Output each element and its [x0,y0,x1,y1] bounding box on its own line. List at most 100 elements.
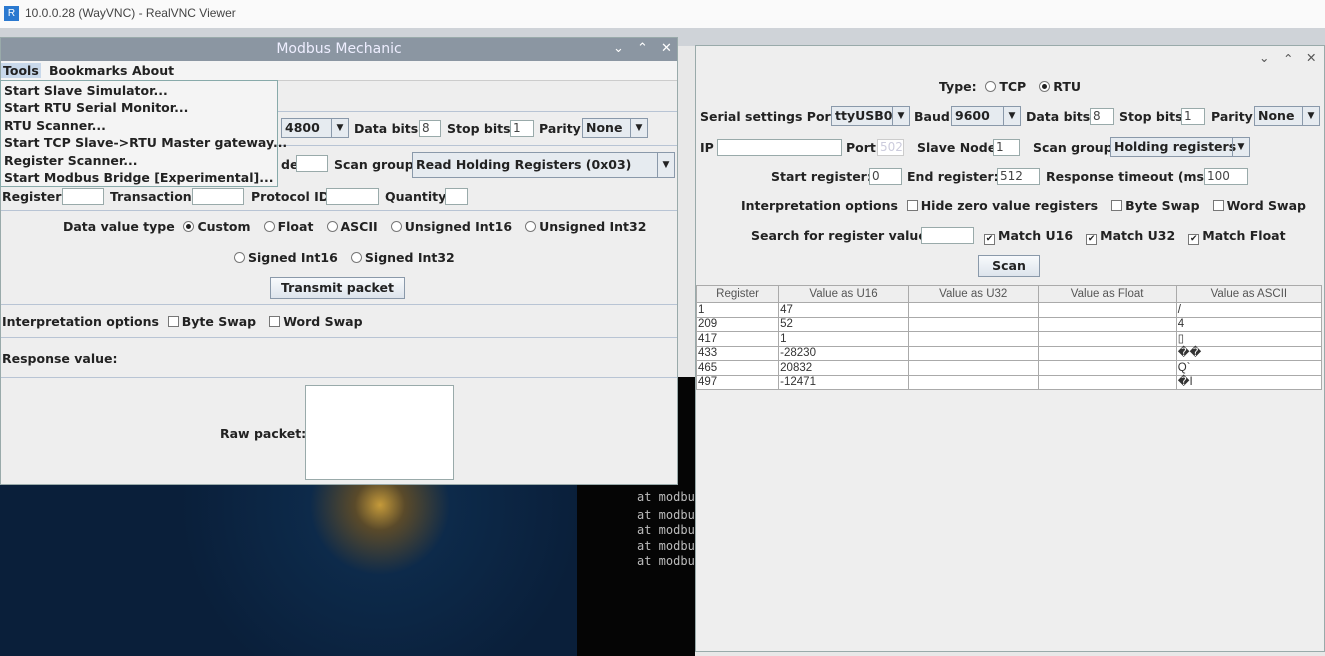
end-register-label: End register: [907,169,999,184]
table-row[interactable]: 497 -12471 �I [695,374,1323,390]
start-register-field[interactable]: 0 [869,168,902,185]
parity-combo[interactable]: None ▼ [582,118,648,138]
table-cell: 497 [695,374,780,390]
table-cell: 20832 [778,360,909,376]
table-cell: 47 [778,302,909,318]
chevron-down-icon: ▼ [657,153,674,177]
response-value-label: Response value: [2,351,118,366]
menu-item-register-scanner[interactable]: Register Scanner... [4,153,138,168]
timeout-field[interactable]: 100 [1204,168,1248,185]
scan-group-label: Scan group [1033,140,1113,155]
radio-tcp[interactable]: TCP [985,79,1026,94]
node-field[interactable] [296,155,328,172]
ip-field[interactable] [717,139,842,156]
data-bits-label: Data bits [1026,109,1091,124]
vnc-title: 10.0.0.28 (WayVNC) - RealVNC Viewer [25,6,236,20]
menu-item-tcp-rtu-gateway[interactable]: Start TCP Slave->RTU Master gateway... [4,135,287,150]
transmit-packet-button[interactable]: Transmit packet [270,277,405,299]
menu-about[interactable]: About [132,63,174,78]
table-row[interactable]: 417 1 ▯ [695,331,1323,347]
match-u32-checkbox[interactable]: ✔ Match U32 [1086,228,1175,245]
radio-rtu[interactable]: RTU [1039,79,1081,94]
byte-swap-checkbox[interactable]: Byte Swap [1111,198,1200,213]
register-label: Register [2,189,62,204]
radio-uint16[interactable]: Unsigned Int16 [390,219,512,234]
table-cell [1037,374,1177,390]
quantity-field[interactable] [445,188,468,205]
word-swap-checkbox[interactable]: Word Swap [1212,198,1306,213]
table-row[interactable]: 465 20832 Q` [695,360,1323,376]
minimize-icon[interactable]: ⌄ [1259,50,1269,65]
search-value-field[interactable] [921,227,974,244]
transaction-label: Transaction [110,189,192,204]
end-register-field[interactable]: 512 [997,168,1040,185]
radio-float[interactable]: Float [263,219,313,234]
table-row[interactable]: 209 52 4 [695,316,1323,332]
menu-tools[interactable]: Tools [1,63,41,78]
table-cell [1037,331,1177,347]
column-header[interactable]: Value as ASCII [1175,285,1323,303]
tcp-port-label: Port [846,140,876,155]
protocol-id-label: Protocol ID [251,189,330,204]
baud-combo[interactable]: 4800 ▼ [281,118,349,138]
radio-uint32[interactable]: Unsigned Int32 [525,219,646,234]
data-bits-field[interactable]: 8 [1090,108,1114,125]
byte-swap-checkbox[interactable]: Byte Swap [167,314,256,329]
chevron-down-icon: ▼ [1302,107,1319,125]
minimize-icon[interactable]: ⌄ [613,41,624,56]
close-icon[interactable]: ✕ [661,41,672,56]
match-float-checkbox[interactable]: ✔ Match Float [1188,228,1286,245]
column-header[interactable]: Value as Float [1037,285,1177,303]
radio-custom[interactable]: Custom [183,219,251,234]
table-cell: 1 [778,331,909,347]
realvnc-logo-icon: R [4,6,19,21]
menu-bookmarks[interactable]: Bookmarks [49,63,127,78]
scan-button[interactable]: Scan [978,255,1040,277]
tcp-port-field[interactable]: 502 [877,139,904,156]
menu-item-rtu-scanner[interactable]: RTU Scanner... [4,118,106,133]
tools-menu-dropdown: Start Slave Simulator... Start RTU Seria… [0,80,287,187]
word-swap-checkbox[interactable]: Word Swap [269,314,363,329]
port-combo[interactable]: ttyUSB0 ▼ [831,106,910,126]
slave-node-field[interactable]: 1 [993,139,1020,156]
data-bits-field[interactable]: 8 [419,120,441,137]
protocol-id-field[interactable] [326,188,379,205]
column-header[interactable]: Value as U16 [778,285,909,303]
interp-row: Interpretation options Hide zero value r… [741,198,1306,213]
menu-bar: Tools Bookmarks About [1,61,677,81]
table-cell [1037,360,1177,376]
raw-packet-field[interactable] [305,385,454,480]
table-row[interactable]: 433 -28230 �� [695,345,1323,361]
menu-item-modbus-bridge[interactable]: Start Modbus Bridge [Experimental]... [4,170,273,185]
slave-node-label: Slave Node [917,140,997,155]
match-u16-checkbox[interactable]: ✔ Match U16 [984,228,1073,245]
stop-bits-field[interactable]: 1 [510,120,534,137]
table-cell: / [1175,302,1323,318]
column-header[interactable]: Value as U32 [907,285,1039,303]
close-icon[interactable]: ✕ [1306,50,1316,65]
scan-group-combo[interactable]: Holding registers ▼ [1110,137,1250,157]
radio-int32[interactable]: Signed Int32 [350,250,455,265]
menu-item-rtu-serial-monitor[interactable]: Start RTU Serial Monitor... [4,100,188,115]
table-cell [907,345,1039,361]
table-row[interactable]: 1 47 / [695,302,1323,318]
table-cell: �� [1175,345,1323,361]
column-header[interactable]: Register [695,285,780,303]
stop-bits-field[interactable]: 1 [1181,108,1205,125]
match-row: ✔ Match U16 ✔ Match U32 ✔ Match Float [984,228,1286,245]
maximize-icon[interactable]: ⌃ [1283,51,1293,66]
hide-zero-checkbox[interactable]: Hide zero value registers [906,198,1098,213]
maximize-icon[interactable]: ⌃ [637,41,648,56]
radio-ascii[interactable]: ASCII [326,219,378,234]
baud-combo[interactable]: 9600 ▼ [951,106,1021,126]
table-cell: ▯ [1175,331,1323,347]
parity-combo[interactable]: None ▼ [1254,106,1320,126]
table-cell: 209 [695,316,780,332]
ip-label: IP [700,140,714,155]
table-cell: 465 [695,360,780,376]
register-field[interactable] [62,188,104,205]
transaction-field[interactable] [192,188,244,205]
radio-int16[interactable]: Signed Int16 [234,250,338,265]
menu-item-slave-simulator[interactable]: Start Slave Simulator... [4,83,168,98]
scan-group-combo[interactable]: Read Holding Registers (0x03) ▼ [412,152,675,178]
